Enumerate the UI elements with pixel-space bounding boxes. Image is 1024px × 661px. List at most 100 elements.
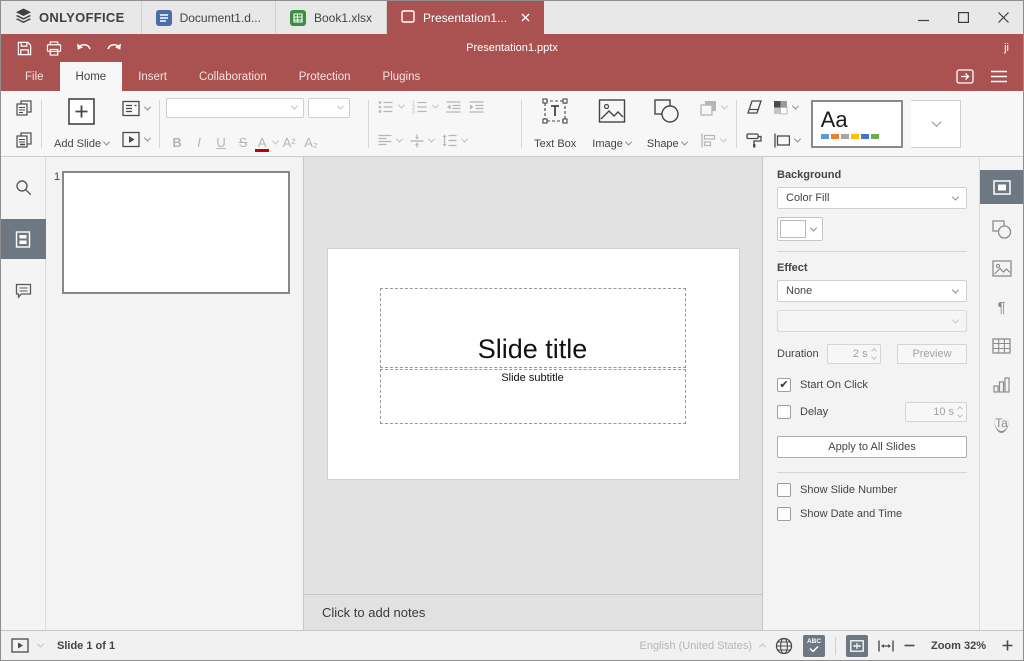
effect-type-select[interactable] <box>777 310 967 332</box>
delay-spinner[interactable]: 10 s <box>905 402 967 422</box>
vertical-align-button[interactable] <box>407 132 437 150</box>
shape-settings-icon[interactable] <box>980 212 1024 246</box>
spinner-arrows-icon[interactable] <box>958 407 962 417</box>
tab-presentation1[interactable]: Presentation1... <box>387 1 544 34</box>
slide-size-button[interactable] <box>770 131 803 150</box>
menu-right-actions <box>951 62 1023 91</box>
minimize-button[interactable] <box>903 1 943 34</box>
slide-theme-preview[interactable]: Aa <box>811 100 903 148</box>
horizontal-align-button[interactable] <box>375 132 405 149</box>
menu-protection[interactable]: Protection <box>283 62 367 91</box>
tab-bar: ONLYOFFICE Document1.d... Book1.xlsx Pre… <box>1 1 1023 34</box>
arrange-shape-button[interactable] <box>697 98 730 118</box>
theme-gallery-dropdown[interactable] <box>911 100 961 148</box>
show-date-time-checkbox[interactable] <box>777 507 791 521</box>
slideshow-options-chevron-icon[interactable] <box>37 641 44 648</box>
copy-button[interactable] <box>13 98 35 118</box>
slide-canvas[interactable]: Slide title Slide subtitle <box>304 157 762 594</box>
print-button[interactable] <box>39 36 69 60</box>
change-layout-button[interactable] <box>119 98 153 119</box>
copy-style-button[interactable] <box>743 130 766 150</box>
editor-body: 1 Slide title Slide subtitle Click to ad… <box>1 157 1023 630</box>
bold-button[interactable]: B <box>166 135 188 150</box>
color-scheme-button[interactable] <box>770 98 803 117</box>
language-selector[interactable]: English (United States) <box>639 640 765 652</box>
set-language-globe-icon[interactable] <box>775 637 793 655</box>
line-spacing-button[interactable] <box>439 132 470 149</box>
zoom-out-button[interactable] <box>904 640 915 651</box>
spellcheck-toggle[interactable]: ABC <box>803 635 825 657</box>
paste-button[interactable] <box>13 130 35 150</box>
undo-button[interactable] <box>69 36 99 60</box>
decrease-indent-button[interactable] <box>443 98 464 116</box>
fit-to-slide-button[interactable] <box>846 635 868 657</box>
clear-style-button[interactable] <box>743 98 766 117</box>
italic-button[interactable]: I <box>188 135 210 150</box>
increase-indent-button[interactable] <box>466 98 487 116</box>
open-file-location-icon[interactable] <box>951 65 979 89</box>
text-art-settings-icon[interactable]: Ta <box>980 407 1024 441</box>
image-button[interactable]: Image <box>586 97 637 151</box>
redo-button[interactable] <box>99 36 129 60</box>
style-group <box>743 98 803 150</box>
image-settings-icon[interactable] <box>980 251 1024 285</box>
slide-title-placeholder[interactable]: Slide title <box>380 288 686 368</box>
svg-text:3: 3 <box>412 109 415 114</box>
slide-thumbnail[interactable] <box>62 171 290 294</box>
spinner-arrows-icon[interactable] <box>872 349 876 359</box>
strikeout-button[interactable]: S <box>232 135 254 150</box>
close-tab-icon[interactable] <box>521 11 530 25</box>
shape-button[interactable]: Shape <box>641 97 693 151</box>
menu-home[interactable]: Home <box>60 62 123 91</box>
numbering-button[interactable]: 123 <box>409 98 441 116</box>
superscript-button[interactable]: A² <box>278 135 300 150</box>
delay-checkbox[interactable] <box>777 405 791 419</box>
slide[interactable]: Slide title Slide subtitle <box>328 249 739 479</box>
background-fill-select[interactable]: Color Fill <box>777 187 967 209</box>
paragraph-settings-icon[interactable]: ¶ <box>980 290 1024 324</box>
preview-button[interactable]: Preview <box>897 344 967 364</box>
slide-subtitle-placeholder[interactable]: Slide subtitle <box>380 369 686 424</box>
menu-file[interactable]: File <box>9 62 60 91</box>
font-color-button[interactable]: A <box>254 135 270 150</box>
hamburger-menu-icon[interactable] <box>985 65 1013 89</box>
background-color-picker[interactable] <box>777 217 823 241</box>
add-slide-button[interactable]: Add Slide <box>48 97 115 151</box>
start-slideshow-button[interactable] <box>119 129 153 150</box>
save-button[interactable] <box>9 36 39 60</box>
comments-icon[interactable] <box>1 271 46 311</box>
duration-spinner[interactable]: 2 s <box>827 344 881 364</box>
maximize-button[interactable] <box>943 1 983 34</box>
slides-panel-icon[interactable] <box>1 219 46 259</box>
font-name-combo[interactable] <box>166 98 304 118</box>
fit-to-width-button[interactable] <box>878 640 894 652</box>
chart-settings-icon[interactable] <box>980 368 1024 402</box>
menu-plugins[interactable]: Plugins <box>367 62 437 91</box>
document-title: Presentation1.pptx <box>1 42 1023 54</box>
menu-insert[interactable]: Insert <box>122 62 183 91</box>
bullets-button[interactable] <box>375 98 407 116</box>
notes-area[interactable]: Click to add notes <box>304 594 762 630</box>
title-bar: Presentation1.pptx ji <box>1 34 1023 62</box>
status-right: English (United States) ABC Zoom 32% <box>639 635 1013 657</box>
apply-to-all-slides-button[interactable]: Apply to All Slides <box>777 436 967 458</box>
start-slideshow-status-button[interactable] <box>11 638 29 653</box>
tab-book1[interactable]: Book1.xlsx <box>276 1 387 34</box>
slide-settings-icon[interactable] <box>980 170 1024 204</box>
underline-button[interactable]: U <box>210 135 232 150</box>
zoom-in-button[interactable] <box>1002 640 1013 651</box>
app-logo[interactable]: ONLYOFFICE <box>1 1 142 34</box>
subscript-button[interactable]: A₂ <box>300 135 322 150</box>
menu-collaboration[interactable]: Collaboration <box>183 62 283 91</box>
start-on-click-checkbox[interactable]: ✔ <box>777 378 791 392</box>
close-button[interactable] <box>983 1 1023 34</box>
font-size-combo[interactable] <box>308 98 350 118</box>
tab-document1[interactable]: Document1.d... <box>142 1 276 34</box>
text-box-button[interactable]: Text Box <box>528 97 582 151</box>
user-initials[interactable]: ji <box>1004 42 1009 54</box>
table-settings-icon[interactable] <box>980 329 1024 363</box>
align-shape-button[interactable] <box>697 131 730 150</box>
search-icon[interactable] <box>1 167 46 207</box>
show-slide-number-checkbox[interactable] <box>777 483 791 497</box>
effect-select[interactable]: None <box>777 280 967 302</box>
